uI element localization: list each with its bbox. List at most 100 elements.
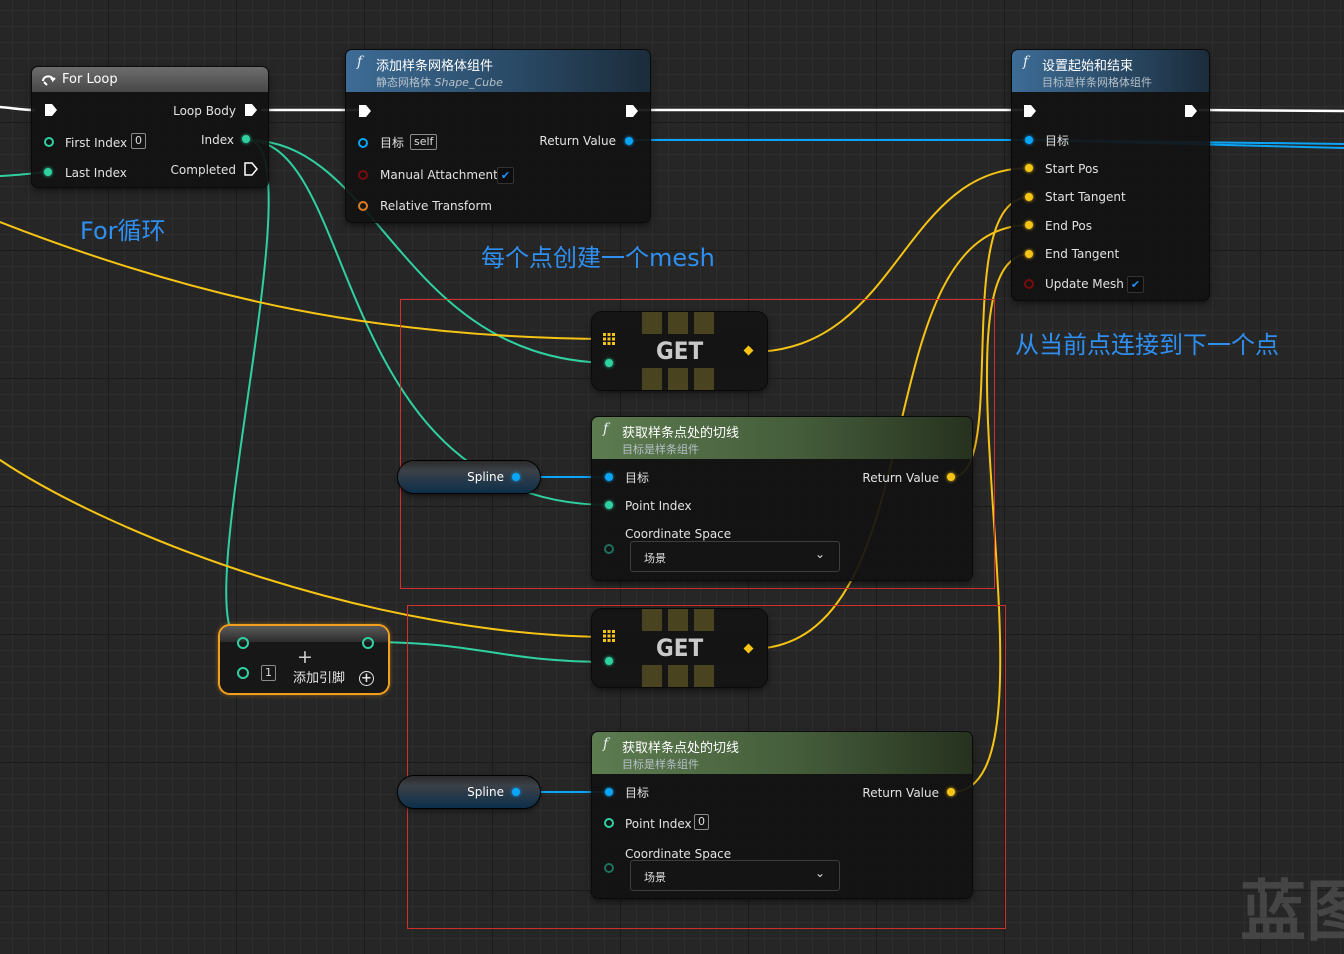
watermark-text: 蓝图 — [1240, 873, 1344, 950]
checkmark-icon: ✔ — [500, 169, 511, 182]
function-icon: f — [603, 736, 609, 752]
add-pin-label[interactable]: 添加引脚 — [293, 672, 345, 686]
target-label: 目标 — [1045, 134, 1070, 148]
add-spline-mesh-title: 添加样条网格体组件 — [376, 59, 494, 74]
start-pos-pin[interactable] — [1025, 164, 1033, 172]
array-get-node-2[interactable]: GET — [592, 609, 767, 687]
coordinate-space-pin[interactable] — [604, 863, 614, 873]
start-pos-label: Start Pos — [1045, 162, 1099, 176]
relative-transform-label: Relative Transform — [380, 199, 492, 213]
target-label: 目标 — [625, 471, 650, 485]
function-icon: f — [603, 421, 609, 437]
first-index-label: First Index — [65, 136, 128, 150]
get-tangent-subtitle: 目标是样条组件 — [622, 758, 699, 771]
spline-output-pin[interactable] — [512, 788, 520, 796]
chevron-down-icon: ⌄ — [814, 547, 825, 561]
get-tangent-node-2[interactable]: f 获取样条点处的切线 目标是样条组件 目标 Return Value Poin… — [592, 732, 972, 898]
set-start-end-title: 设置起始和结束 — [1042, 59, 1134, 74]
get-index-pin[interactable] — [605, 657, 613, 665]
point-index-label: Point Index — [625, 499, 692, 513]
end-tangent-label: End Tangent — [1045, 247, 1120, 261]
get-label: GET — [656, 634, 704, 662]
for-loop-node[interactable]: For Loop Loop Body First Index 0 Index L… — [32, 67, 268, 187]
coordinate-space-dropdown[interactable]: 场景 ⌄ — [630, 541, 840, 572]
plus-icon: + — [297, 646, 313, 668]
set-start-end-node[interactable]: f 设置起始和结束 目标是样条网格体组件 目标 Start Pos Start … — [1012, 50, 1209, 300]
return-value-label: Return Value — [862, 471, 939, 485]
annotation-connect-next: 从当前点连接到下一个点 — [1015, 331, 1279, 359]
add-node[interactable]: 1 + 添加引脚 + — [220, 626, 388, 693]
first-index-input[interactable]: 0 — [131, 133, 146, 149]
add-spline-mesh-subtitle: 静态网格体 Shape_Cube — [376, 76, 503, 89]
point-index-pin[interactable] — [605, 501, 613, 509]
manual-attachment-pin[interactable] — [358, 170, 368, 180]
chevron-down-icon: ⌄ — [814, 866, 825, 880]
exec-wire-in — [0, 105, 36, 112]
get-index-pin[interactable] — [605, 359, 613, 367]
return-value-pin[interactable] — [947, 473, 955, 481]
start-tangent-pin[interactable] — [1025, 193, 1033, 201]
manual-attachment-label: Manual Attachment — [380, 168, 498, 182]
annotation-for-loop: For循环 — [80, 217, 166, 245]
coordinate-space-label: Coordinate Space — [625, 847, 732, 861]
get-tangent-subtitle: 目标是样条组件 — [622, 443, 699, 456]
coordinate-space-pin[interactable] — [604, 544, 614, 554]
target-self-value[interactable]: self — [410, 134, 438, 150]
int-wire-index-add — [225, 139, 270, 643]
return-value-pin[interactable] — [947, 788, 955, 796]
first-index-pin[interactable] — [44, 137, 54, 147]
array-grid-icon[interactable] — [603, 630, 615, 642]
spline-variable-node-1[interactable]: Spline — [398, 461, 540, 493]
index-label: Index — [200, 133, 234, 147]
end-tangent-pin[interactable] — [1025, 250, 1033, 258]
function-icon: f — [1023, 54, 1029, 70]
target-label: 目标 — [625, 786, 650, 800]
coordinate-space-value: 场景 — [644, 871, 666, 884]
spline-variable-label: Spline — [467, 470, 504, 484]
target-label: 目标 — [380, 136, 405, 150]
spline-variable-label: Spline — [467, 785, 504, 799]
add-input-a-pin[interactable] — [237, 637, 249, 649]
target-pin[interactable] — [605, 788, 613, 796]
plus-circle-icon[interactable]: + — [359, 671, 374, 686]
get-tangent-title: 获取样条点处的切线 — [622, 426, 740, 441]
return-value-pin[interactable] — [625, 137, 633, 145]
spline-output-pin[interactable] — [512, 473, 520, 481]
add-input-b-pin[interactable] — [237, 667, 249, 679]
target-pin[interactable] — [605, 473, 613, 481]
loop-body-label: Loop Body — [173, 104, 236, 118]
relative-transform-pin[interactable] — [358, 201, 368, 211]
loop-icon — [41, 72, 56, 86]
last-index-label: Last Index — [65, 166, 127, 180]
add-input-b-value[interactable]: 1 — [261, 665, 276, 681]
get-label: GET — [656, 337, 704, 365]
array-get-node-1[interactable]: GET — [592, 312, 767, 390]
target-pin[interactable] — [1025, 136, 1033, 144]
return-value-label: Return Value — [539, 134, 616, 148]
for-loop-title: For Loop — [62, 72, 118, 87]
last-index-pin[interactable] — [44, 168, 52, 176]
get-tangent-title: 获取样条点处的切线 — [622, 741, 740, 756]
manual-attachment-checkbox[interactable]: ✔ — [497, 167, 514, 184]
return-value-label: Return Value — [862, 786, 939, 800]
start-tangent-label: Start Tangent — [1045, 190, 1126, 204]
add-output-pin[interactable] — [362, 637, 374, 649]
coordinate-space-label: Coordinate Space — [625, 527, 732, 541]
add-spline-mesh-node[interactable]: f 添加样条网格体组件 静态网格体 Shape_Cube 目标 self Ret… — [346, 50, 650, 222]
index-pin[interactable] — [242, 135, 250, 143]
update-mesh-checkbox[interactable]: ✔ — [1127, 276, 1144, 293]
end-pos-label: End Pos — [1045, 219, 1093, 233]
exec-wire-out — [1198, 108, 1344, 113]
point-index-input[interactable]: 0 — [694, 814, 709, 830]
array-grid-icon[interactable] — [603, 333, 615, 345]
annotation-create-mesh: 每个点创建一个mesh — [481, 244, 715, 272]
target-pin[interactable] — [358, 138, 368, 148]
function-icon: f — [357, 54, 363, 70]
get-tangent-node-1[interactable]: f 获取样条点处的切线 目标是样条组件 目标 Return Value Poin… — [592, 417, 972, 580]
coordinate-space-value: 场景 — [644, 552, 666, 565]
point-index-pin[interactable] — [604, 818, 614, 828]
spline-variable-node-2[interactable]: Spline — [398, 776, 540, 808]
update-mesh-pin[interactable] — [1024, 279, 1034, 289]
end-pos-pin[interactable] — [1025, 221, 1033, 229]
coordinate-space-dropdown[interactable]: 场景 ⌄ — [630, 860, 840, 891]
